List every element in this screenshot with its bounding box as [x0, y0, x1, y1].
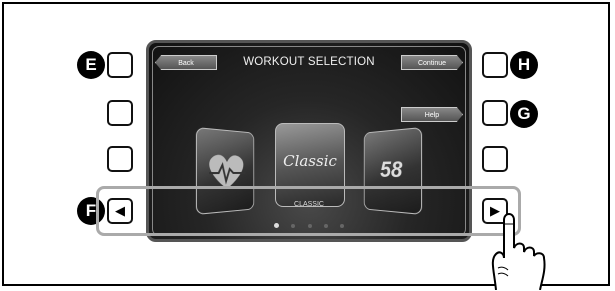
side-button-left-2[interactable] — [107, 100, 133, 126]
card-number: 58 — [380, 156, 403, 183]
side-button-left-3[interactable] — [107, 146, 133, 172]
scroll-row-highlight — [96, 186, 521, 236]
help-button[interactable]: Help — [401, 107, 463, 122]
classic-card-text: Classic — [283, 152, 337, 170]
callout-marker-e: E — [77, 51, 105, 79]
callout-marker-g: G — [510, 100, 538, 128]
side-button-right-1[interactable] — [482, 52, 508, 78]
side-button-left-1[interactable] — [107, 52, 133, 78]
continue-button[interactable]: Continue — [401, 55, 463, 70]
pointing-hand-icon — [491, 213, 546, 290]
callout-marker-h: H — [510, 51, 538, 79]
side-button-right-3[interactable] — [482, 146, 508, 172]
side-button-right-2[interactable] — [482, 100, 508, 126]
